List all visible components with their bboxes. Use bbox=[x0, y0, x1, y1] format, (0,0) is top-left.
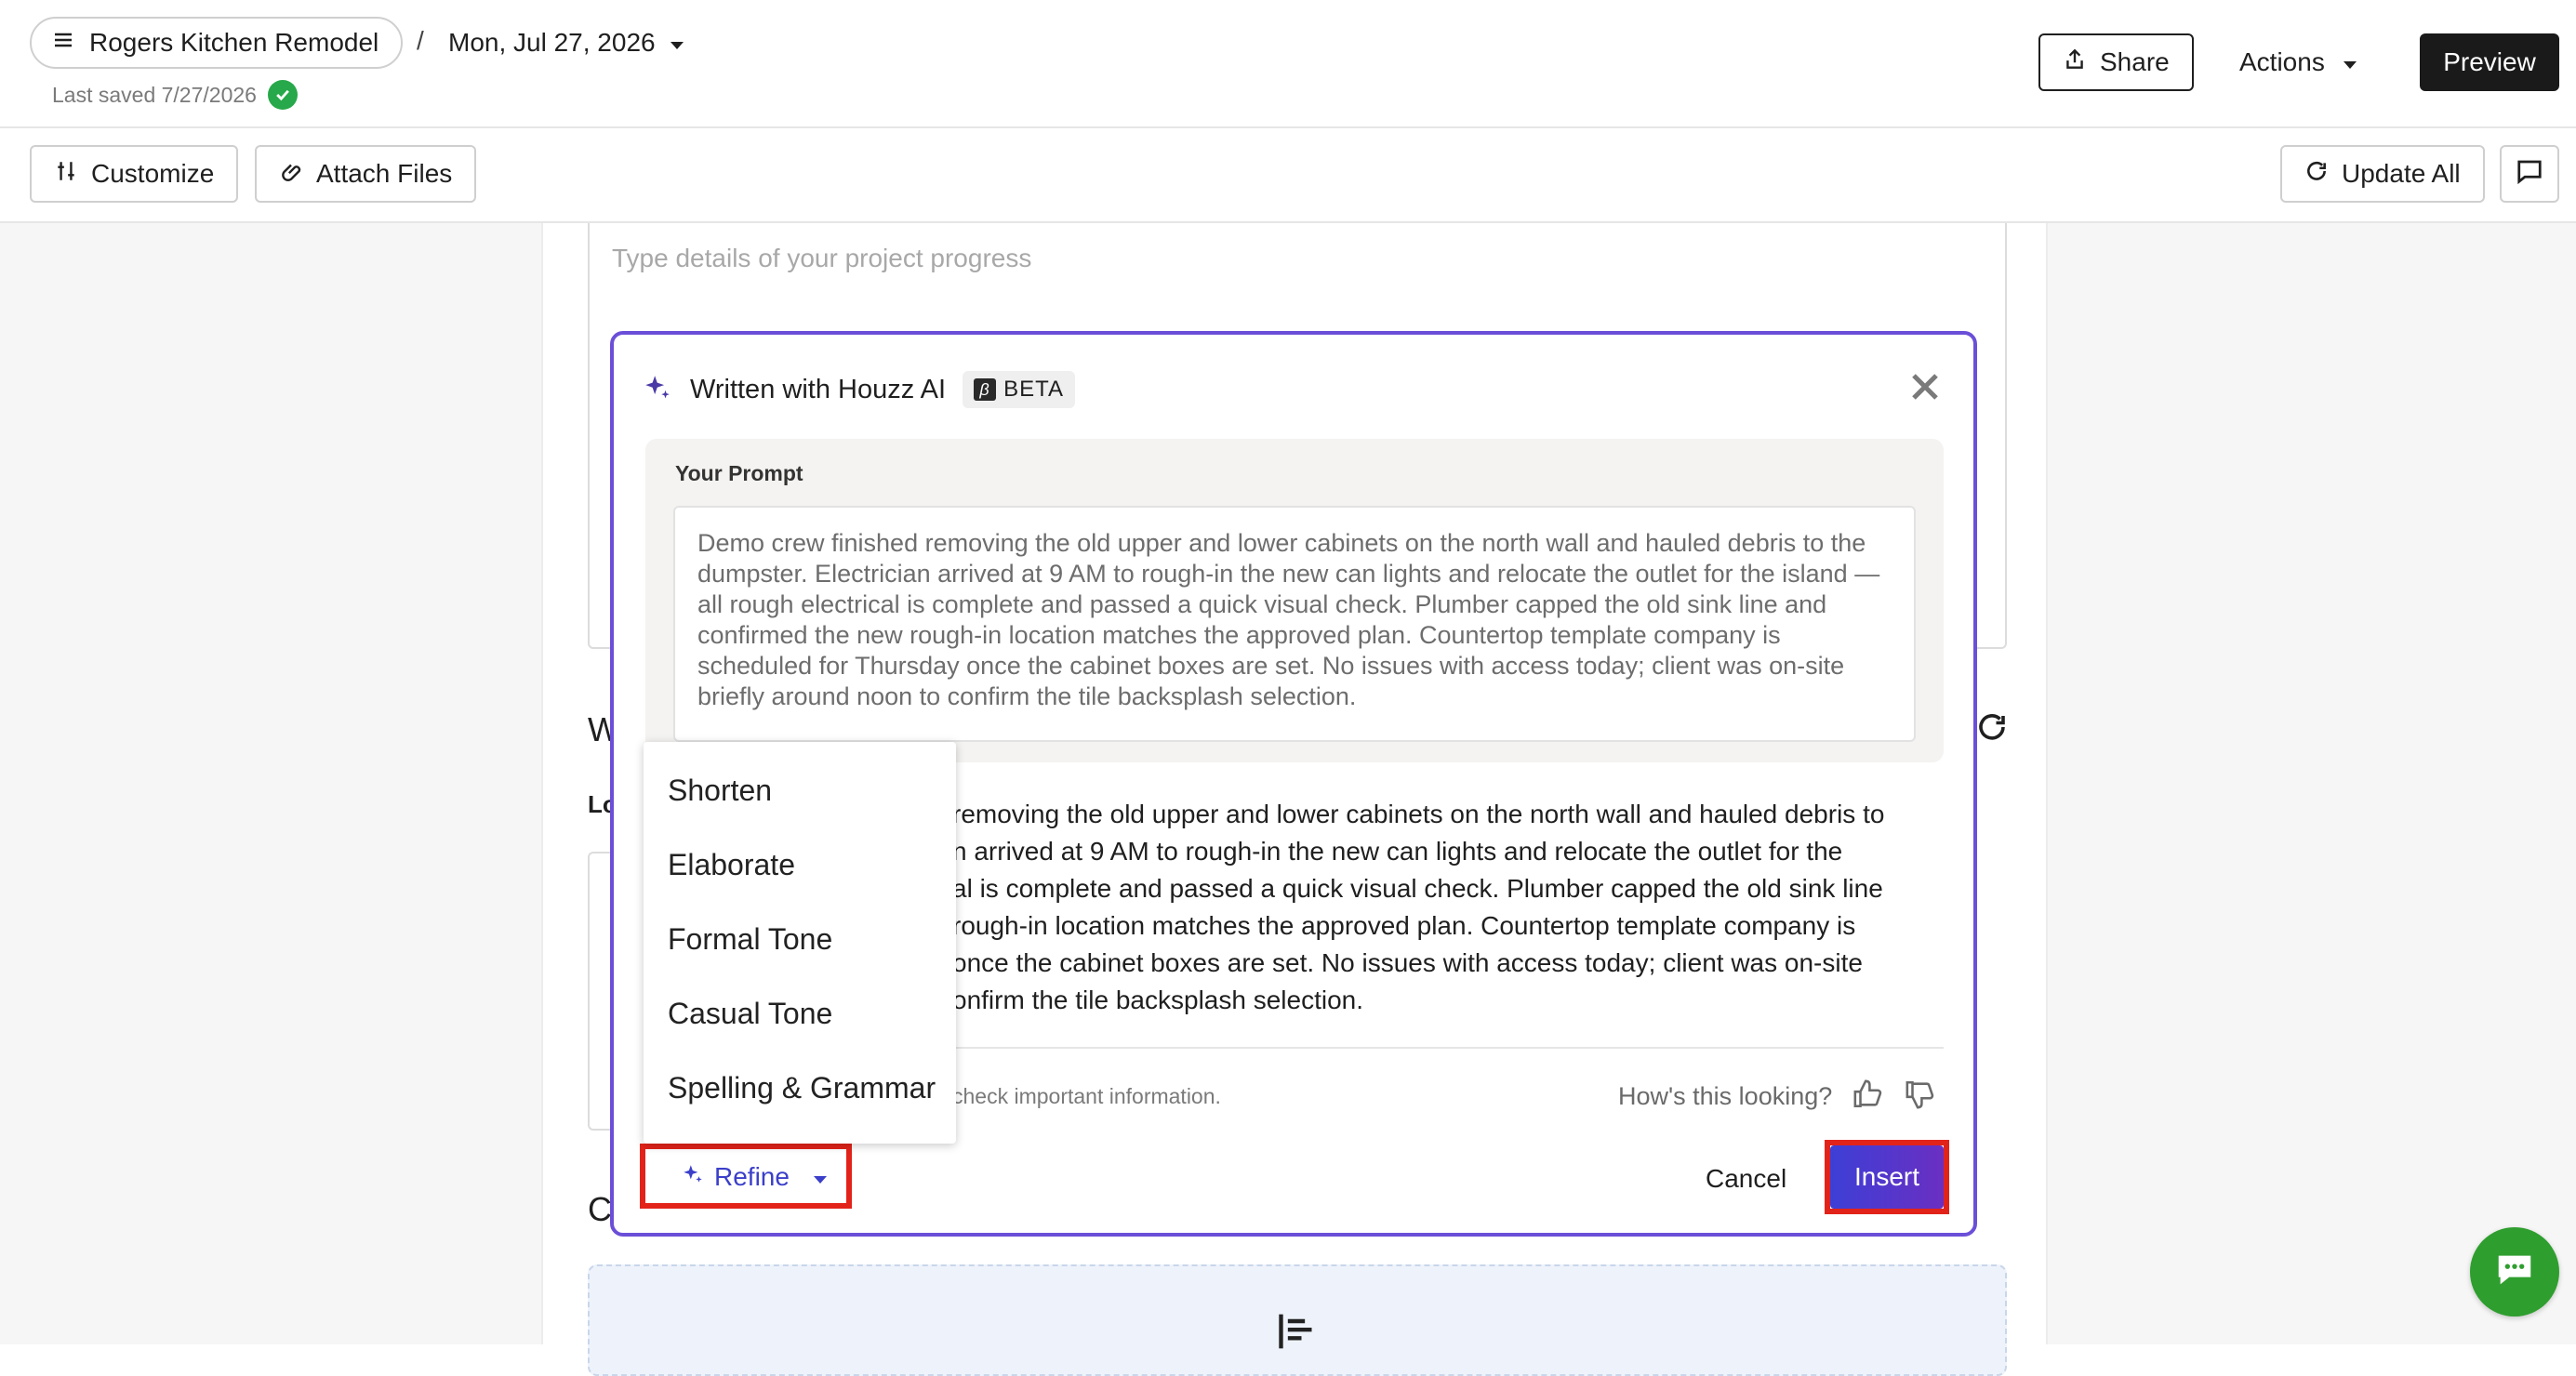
beta-label: BETA bbox=[1003, 377, 1064, 402]
sparkle-icon bbox=[681, 1162, 705, 1193]
refine-menu-item[interactable]: Elaborate bbox=[644, 827, 956, 902]
thumbs-up-icon[interactable] bbox=[1852, 1078, 1884, 1115]
ai-result-line: rough-in location matches the approved p… bbox=[952, 911, 1856, 940]
share-button[interactable]: Share bbox=[2038, 33, 2194, 91]
caret-down-icon bbox=[812, 1162, 829, 1192]
paperclip-icon bbox=[279, 159, 303, 190]
refine-menu-item[interactable]: Shorten bbox=[644, 753, 956, 827]
attach-files-label: Attach Files bbox=[316, 159, 453, 188]
thumbs-down-icon[interactable] bbox=[1905, 1078, 1936, 1115]
share-icon bbox=[2063, 47, 2087, 78]
refine-menu-item[interactable]: Formal Tone bbox=[644, 902, 956, 976]
ai-result-line: once the cabinet boxes are set. No issue… bbox=[952, 948, 1863, 977]
align-icon bbox=[1276, 1311, 1317, 1356]
check-circle-icon bbox=[267, 80, 298, 110]
actions-dropdown[interactable]: Actions bbox=[2239, 33, 2358, 91]
caret-down-icon bbox=[669, 28, 685, 58]
ai-result-line: n arrived at 9 AM to rough-in the new ca… bbox=[952, 837, 1843, 866]
preview-button[interactable]: Preview bbox=[2420, 33, 2559, 91]
editor-toolbar: Customize Attach Files Update All bbox=[0, 130, 2576, 223]
cancel-button[interactable]: Cancel bbox=[1706, 1164, 1786, 1194]
log-date: Mon, Jul 27, 2026 bbox=[448, 28, 656, 57]
date-selector[interactable]: Mon, Jul 27, 2026 bbox=[448, 17, 685, 69]
chat-button[interactable] bbox=[2470, 1227, 2559, 1316]
feedback-question: How's this looking? bbox=[1618, 1082, 1833, 1110]
last-saved-status: Last saved 7/27/2026 bbox=[52, 80, 298, 110]
attach-files-button[interactable]: Attach Files bbox=[255, 145, 477, 203]
ai-disclaimer: check important information. bbox=[952, 1084, 1221, 1108]
refine-menu-item[interactable]: Casual Tone bbox=[644, 976, 956, 1051]
prompt-section: Your Prompt Demo crew finished removing … bbox=[645, 439, 1944, 762]
customize-label: Customize bbox=[91, 159, 215, 188]
app-header: Rogers Kitchen Remodel / Mon, Jul 27, 20… bbox=[0, 0, 2576, 128]
preview-label: Preview bbox=[2443, 47, 2536, 76]
feedback-row: How's this looking? bbox=[1618, 1078, 1936, 1115]
prompt-input[interactable]: Demo crew finished removing the old uppe… bbox=[673, 506, 1916, 742]
ai-result-line: al is complete and passed a quick visual… bbox=[952, 874, 1883, 903]
customize-button[interactable]: Customize bbox=[30, 145, 239, 203]
ai-result-line: removing the old upper and lower cabinet… bbox=[952, 800, 1885, 828]
project-name: Rogers Kitchen Remodel bbox=[89, 28, 379, 57]
refresh-icon[interactable] bbox=[1975, 710, 2009, 748]
update-all-button[interactable]: Update All bbox=[2280, 145, 2485, 203]
beta-badge: β BETA bbox=[963, 371, 1075, 408]
chat-bubble-icon bbox=[2493, 1249, 2536, 1296]
comment-icon bbox=[2516, 157, 2543, 192]
insert-button[interactable]: Insert bbox=[1830, 1145, 1944, 1209]
refine-button[interactable]: Refine bbox=[681, 1158, 829, 1196]
refine-menu: Shorten Elaborate Formal Tone Casual Tone Sp… bbox=[644, 742, 956, 1144]
comments-button[interactable] bbox=[2500, 145, 2559, 203]
prompt-label: Your Prompt bbox=[675, 461, 803, 485]
breadcrumb-separator: / bbox=[417, 26, 424, 55]
insert-label: Insert bbox=[1853, 1162, 1920, 1191]
progress-placeholder: Type details of your project progress bbox=[612, 244, 1032, 272]
hamburger-icon bbox=[52, 28, 74, 58]
last-saved-text: Last saved 7/27/2026 bbox=[52, 82, 257, 107]
refine-label: Refine bbox=[714, 1162, 790, 1191]
ai-panel-header: Written with Houzz AI β BETA bbox=[642, 366, 1075, 413]
refine-menu-item[interactable]: Spelling & Grammar bbox=[644, 1051, 956, 1125]
caret-down-icon bbox=[2342, 47, 2358, 77]
refresh-icon bbox=[2304, 159, 2329, 190]
ai-result-line: onfirm the tile backsplash selection. bbox=[952, 986, 1363, 1014]
sparkle-icon bbox=[642, 372, 673, 408]
ai-panel-title: Written with Houzz AI bbox=[690, 374, 947, 404]
section-heading-peek-2: C bbox=[588, 1190, 612, 1228]
actions-label: Actions bbox=[2239, 47, 2325, 76]
beta-icon: β bbox=[974, 378, 997, 401]
project-switcher[interactable]: Rogers Kitchen Remodel bbox=[30, 17, 404, 69]
update-all-label: Update All bbox=[2342, 159, 2461, 188]
sliders-icon bbox=[54, 159, 78, 190]
share-label: Share bbox=[2100, 47, 2170, 76]
upload-dropzone[interactable] bbox=[588, 1264, 2007, 1376]
close-icon[interactable] bbox=[1908, 370, 1942, 408]
